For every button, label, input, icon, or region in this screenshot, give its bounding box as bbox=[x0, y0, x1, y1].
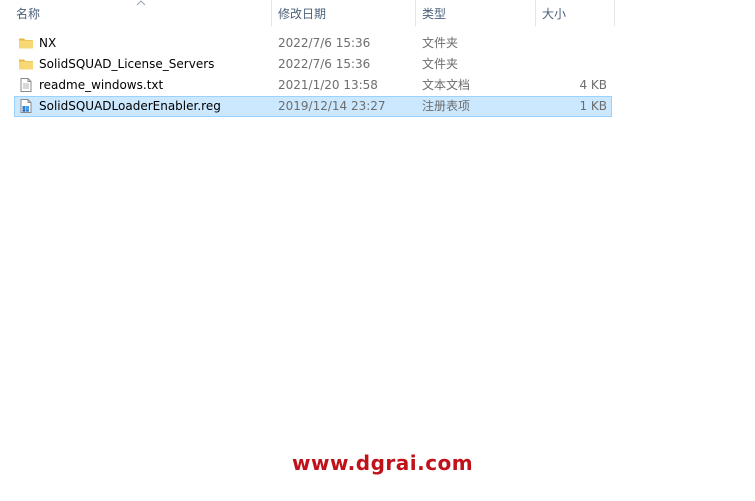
file-type: 文件夹 bbox=[422, 57, 459, 71]
file-row[interactable]: NX 2022/7/6 15:36 文件夹 bbox=[14, 33, 612, 54]
file-type: 文本文档 bbox=[422, 78, 471, 92]
file-name: SolidSQUADLoaderEnabler.reg bbox=[39, 99, 221, 113]
text-file-icon bbox=[20, 78, 32, 92]
column-divider[interactable] bbox=[614, 0, 615, 26]
file-row[interactable]: readme_windows.txt 2021/1/20 13:58 文本文档 … bbox=[14, 75, 612, 96]
file-type: 文件夹 bbox=[422, 36, 459, 50]
column-header-date[interactable]: 修改日期 bbox=[272, 0, 416, 30]
file-size: 4 KB bbox=[579, 78, 607, 92]
folder-icon bbox=[19, 38, 33, 49]
file-row[interactable]: SolidSQUAD_License_Servers 2022/7/6 15:3… bbox=[14, 54, 612, 75]
column-header-name[interactable]: 名称 bbox=[10, 0, 272, 30]
file-date: 2022/7/6 15:36 bbox=[278, 57, 371, 71]
file-name: NX bbox=[39, 36, 57, 50]
watermark-text: www.dgrai.com bbox=[292, 451, 474, 475]
file-type: 注册表项 bbox=[422, 99, 471, 113]
file-name: SolidSQUAD_License_Servers bbox=[39, 57, 215, 71]
file-row-selected[interactable]: SolidSQUADLoaderEnabler.reg 2019/12/14 2… bbox=[14, 96, 612, 117]
file-date: 2021/1/20 13:58 bbox=[278, 78, 378, 92]
file-date: 2022/7/6 15:36 bbox=[278, 36, 371, 50]
file-list: NX 2022/7/6 15:36 文件夹 SolidSQUAD_License… bbox=[14, 33, 612, 117]
registry-file-icon bbox=[20, 99, 32, 113]
column-header-type[interactable]: 类型 bbox=[416, 0, 536, 30]
column-header-size[interactable]: 大小 bbox=[536, 0, 614, 30]
file-size: 1 KB bbox=[579, 99, 607, 113]
file-date: 2019/12/14 23:27 bbox=[278, 99, 386, 113]
column-header-bar: 名称 修改日期 类型 大小 bbox=[0, 0, 755, 30]
folder-icon bbox=[19, 59, 33, 70]
file-name: readme_windows.txt bbox=[39, 78, 164, 92]
